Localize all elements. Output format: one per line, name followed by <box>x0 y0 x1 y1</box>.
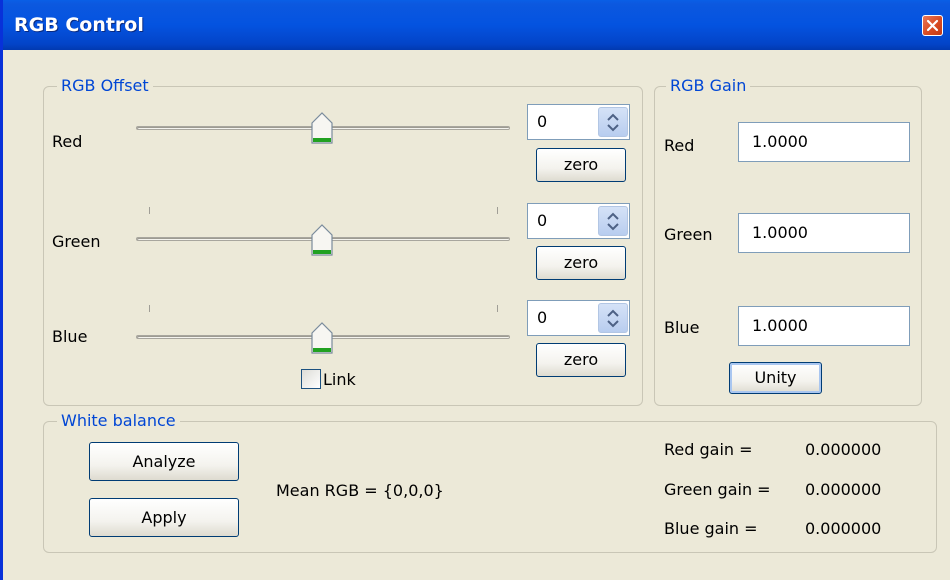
white-balance-title: White balance <box>57 412 180 430</box>
green-zero-button[interactable]: zero <box>536 246 626 280</box>
blue-gain-result-value: 0.000000 <box>805 519 882 538</box>
green-gain-result-label: Green gain = <box>664 480 771 499</box>
close-icon <box>926 19 939 32</box>
green-gain-field[interactable]: 1.0000 <box>738 213 910 253</box>
spin-down-icon[interactable] <box>606 124 620 132</box>
blue-zero-label: zero <box>563 350 599 369</box>
green-offset-value[interactable]: 0 <box>537 212 547 230</box>
red-zero-button[interactable]: zero <box>536 148 626 182</box>
red-gain-result-value: 0.000000 <box>805 440 882 459</box>
unity-label: Unity <box>754 368 797 387</box>
spin-up-icon[interactable] <box>606 212 620 220</box>
blue-offset-spin-buttons[interactable] <box>598 303 628 333</box>
green-slider-tick <box>149 207 150 214</box>
gain-red-label: Red <box>664 136 695 155</box>
link-checkbox[interactable] <box>301 369 321 389</box>
rgb-control-window: RGB Control RGB Offset Red 0 zero Green … <box>0 0 950 580</box>
window-title: RGB Control <box>14 14 144 36</box>
unity-button[interactable]: Unity <box>729 362 822 394</box>
blue-slider-tick <box>149 305 150 312</box>
blue-offset-value[interactable]: 0 <box>537 309 547 327</box>
offset-blue-label: Blue <box>52 327 88 346</box>
green-offset-slider-thumb[interactable] <box>310 223 334 257</box>
red-offset-value[interactable]: 0 <box>537 113 547 131</box>
close-button[interactable] <box>922 15 943 36</box>
blue-slider-tick <box>497 305 498 312</box>
title-bar[interactable]: RGB Control <box>3 0 950 50</box>
spin-down-icon[interactable] <box>606 320 620 328</box>
green-offset-spin-buttons[interactable] <box>598 206 628 236</box>
gain-blue-label: Blue <box>664 318 700 337</box>
blue-gain-result-label: Blue gain = <box>664 519 758 538</box>
apply-button[interactable]: Apply <box>89 498 239 537</box>
red-offset-spinbox[interactable]: 0 <box>527 104 630 140</box>
green-gain-result-value: 0.000000 <box>805 480 882 499</box>
green-offset-spinbox[interactable]: 0 <box>527 203 630 239</box>
link-label[interactable]: Link <box>323 371 356 389</box>
mean-rgb-text: Mean RGB = {0,0,0} <box>276 481 444 500</box>
green-zero-label: zero <box>563 253 599 272</box>
red-zero-label: zero <box>563 155 599 174</box>
red-offset-slider-thumb[interactable] <box>310 111 334 145</box>
rgb-gain-title: RGB Gain <box>666 77 751 95</box>
green-slider-tick <box>497 207 498 214</box>
blue-zero-button[interactable]: zero <box>536 343 626 377</box>
blue-gain-field[interactable]: 1.0000 <box>738 306 910 346</box>
spin-up-icon[interactable] <box>606 309 620 317</box>
red-gain-result-label: Red gain = <box>664 440 753 459</box>
rgb-offset-title: RGB Offset <box>57 77 153 95</box>
blue-offset-spinbox[interactable]: 0 <box>527 300 630 336</box>
blue-offset-slider-thumb[interactable] <box>310 321 334 355</box>
offset-red-label: Red <box>52 132 83 151</box>
offset-green-label: Green <box>52 232 101 251</box>
red-gain-field[interactable]: 1.0000 <box>738 122 910 162</box>
red-offset-spin-buttons[interactable] <box>598 107 628 137</box>
apply-label: Apply <box>141 508 187 527</box>
analyze-label: Analyze <box>132 452 196 471</box>
spin-up-icon[interactable] <box>606 113 620 121</box>
spin-down-icon[interactable] <box>606 223 620 231</box>
analyze-button[interactable]: Analyze <box>89 442 239 481</box>
gain-green-label: Green <box>664 225 713 244</box>
